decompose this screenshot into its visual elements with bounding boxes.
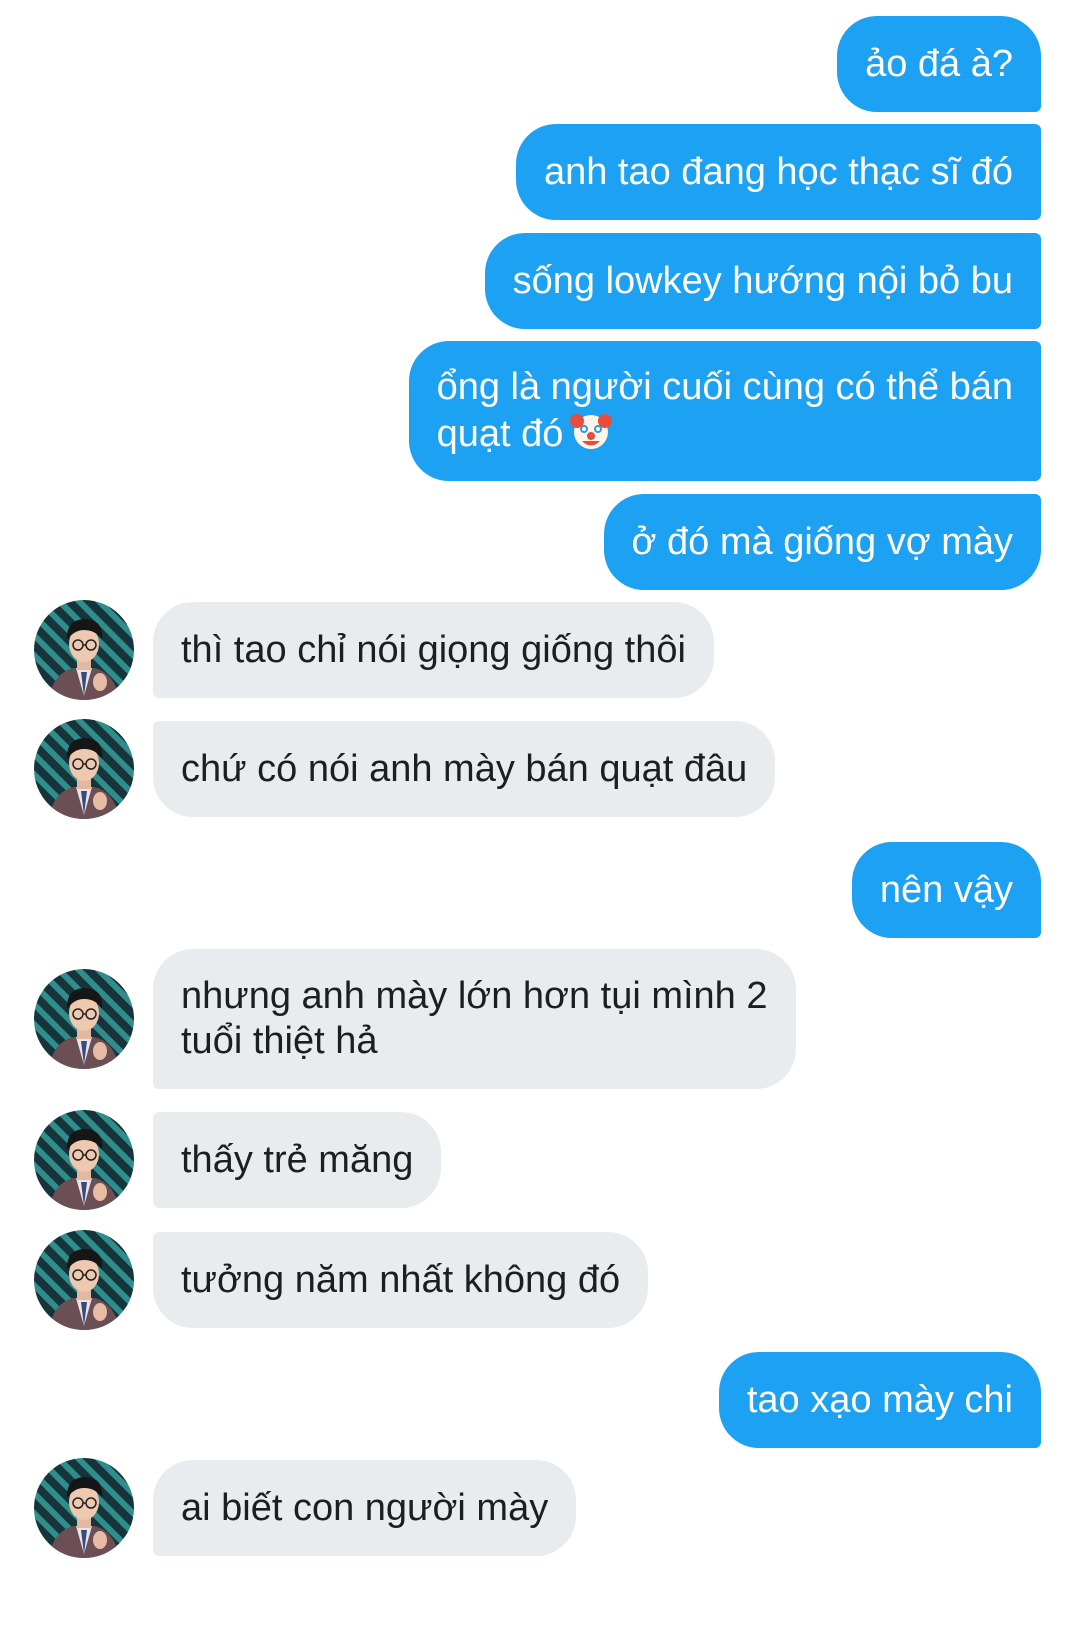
message-text: thấy trẻ măng xyxy=(181,1138,414,1181)
message-text: ổng là người cuối cùng có thể bán quạt đ… xyxy=(436,366,1013,455)
sent-message-bubble[interactable]: ảo đá à? xyxy=(837,16,1041,112)
received-message-bubble[interactable]: chứ có nói anh mày bán quạt đâu xyxy=(153,721,776,817)
message-text: tưởng năm nhất không đó xyxy=(181,1258,621,1301)
sent-message-bubble[interactable]: ổng là người cuối cùng có thể bán quạt đ… xyxy=(408,341,1041,481)
sent-message-bubble[interactable]: anh tao đang học thạc sĩ đó xyxy=(515,124,1041,220)
message-text: ở đó mà giống vợ mày xyxy=(631,520,1013,563)
received-message-bubble[interactable]: thì tao chỉ nói giọng giống thôi xyxy=(153,602,714,698)
received-message-bubble[interactable]: ai biết con người mày xyxy=(153,1460,577,1556)
received-message-bubble[interactable]: thấy trẻ măng xyxy=(153,1112,442,1208)
contact-avatar[interactable] xyxy=(34,969,134,1069)
message-text: chứ có nói anh mày bán quạt đâu xyxy=(181,747,748,790)
sent-message-bubble[interactable]: nên vậy xyxy=(851,842,1041,938)
received-message-bubble[interactable]: nhưng anh mày lớn hơn tụi mình 2 tuổi th… xyxy=(153,949,796,1089)
message-text: anh tao đang học thạc sĩ đó xyxy=(543,150,1013,193)
contact-avatar[interactable] xyxy=(34,600,134,700)
message-text: ai biết con người mày xyxy=(181,1486,549,1529)
contact-avatar[interactable] xyxy=(34,1458,134,1558)
message-text: sống lowkey hướng nội bỏ bu xyxy=(512,259,1013,302)
contact-avatar[interactable] xyxy=(34,1230,134,1330)
clown-face-icon xyxy=(570,414,613,449)
message-text: tao xạo mày chi xyxy=(746,1378,1013,1421)
message-text: thì tao chỉ nói giọng giống thôi xyxy=(181,628,686,671)
message-text: nhưng anh mày lớn hơn tụi mình 2 tuổi th… xyxy=(181,975,768,1062)
sent-message-bubble[interactable]: tao xạo mày chi xyxy=(718,1352,1041,1448)
received-message-bubble[interactable]: tưởng năm nhất không đó xyxy=(153,1232,649,1328)
sent-message-bubble[interactable]: ở đó mà giống vợ mày xyxy=(603,494,1041,590)
contact-avatar[interactable] xyxy=(34,719,134,819)
message-text: nên vậy xyxy=(879,868,1013,911)
sent-message-bubble[interactable]: sống lowkey hướng nội bỏ bu xyxy=(484,233,1041,329)
contact-avatar[interactable] xyxy=(34,1110,134,1210)
message-text: ảo đá à? xyxy=(865,42,1013,85)
